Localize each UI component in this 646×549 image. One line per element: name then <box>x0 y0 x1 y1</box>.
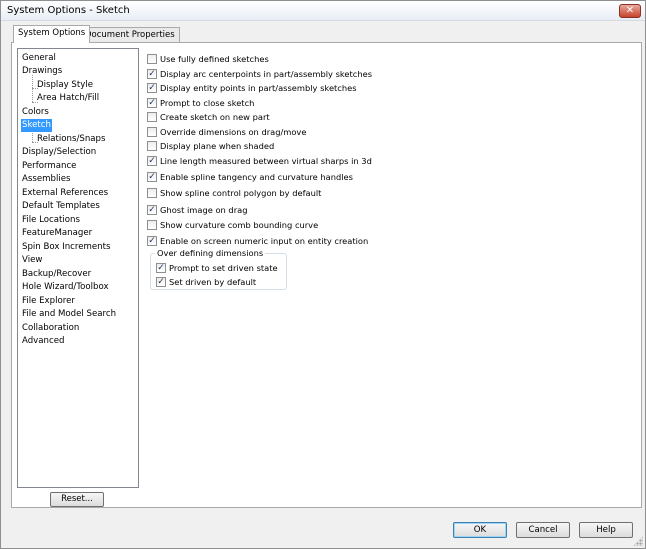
tree-item-assemblies[interactable]: Assemblies <box>21 173 72 186</box>
option-label: Enable spline tangency and curvature han… <box>160 172 353 182</box>
tree-item-drawings[interactable]: Drawings <box>21 65 63 78</box>
checkbox[interactable]: ✓ <box>147 156 157 166</box>
tree-item-general[interactable]: General <box>21 52 57 65</box>
tree-item-spin-box-increments[interactable]: Spin Box Increments <box>21 241 111 254</box>
option-label: Prompt to set driven state <box>169 263 278 273</box>
tree-item-display-selection[interactable]: Display/Selection <box>21 146 97 159</box>
checkbox[interactable] <box>147 188 157 198</box>
tree-item-collaboration[interactable]: Collaboration <box>21 322 80 335</box>
checkbox[interactable]: ✓ <box>147 98 157 108</box>
tree-item-featuremanager[interactable]: FeatureManager <box>21 227 93 240</box>
close-icon: ✕ <box>625 5 635 16</box>
option-label: Show curvature comb bounding curve <box>160 220 319 230</box>
tree-item-area-hatch-fill[interactable]: Area Hatch/Fill <box>36 92 100 105</box>
options-tree[interactable]: General Drawings Display Style Area Hatc… <box>17 48 139 488</box>
help-button[interactable]: Help <box>579 522 633 538</box>
checkbox[interactable]: ✓ <box>147 236 157 246</box>
option-label: Show spline control polygon by default <box>160 188 322 198</box>
ok-button[interactable]: OK <box>453 522 507 538</box>
checkbox[interactable]: ✓ <box>147 69 157 79</box>
tab-system-options[interactable]: System Options <box>13 25 91 43</box>
checkbox[interactable]: ✓ <box>147 172 157 182</box>
tree-item-file-and-model-search[interactable]: File and Model Search <box>21 308 117 321</box>
option-label: Override dimensions on drag/move <box>160 127 307 137</box>
checkbox[interactable] <box>147 141 157 151</box>
checkbox[interactable]: ✓ <box>156 277 166 287</box>
option-label: Set driven by default <box>169 277 257 287</box>
tree-item-display-style[interactable]: Display Style <box>36 79 94 92</box>
tab-label: Document Properties <box>85 30 175 40</box>
checkbox[interactable]: ✓ <box>147 83 157 93</box>
tree-item-sketch[interactable]: Sketch <box>21 119 52 132</box>
option-label: Create sketch on new part <box>160 112 270 122</box>
option-label: Use fully defined sketches <box>160 54 269 64</box>
tree-item-default-templates[interactable]: Default Templates <box>21 200 101 213</box>
option-label: Prompt to close sketch <box>160 98 255 108</box>
window-title: System Options - Sketch <box>7 5 130 16</box>
checkbox[interactable] <box>147 112 157 122</box>
checkbox[interactable] <box>147 127 157 137</box>
tree-item-relations-snaps[interactable]: Relations/Snaps <box>36 133 106 146</box>
tree-item-performance[interactable]: Performance <box>21 160 77 173</box>
tree-item-file-locations[interactable]: File Locations <box>21 214 81 227</box>
tab-document-properties[interactable]: Document Properties <box>80 27 180 43</box>
checkbox[interactable] <box>147 54 157 64</box>
tree-item-backup-recover[interactable]: Backup/Recover <box>21 268 92 281</box>
system-options-dialog: System Options - Sketch ✕ System Options… <box>0 0 646 549</box>
option-label: Display plane when shaded <box>160 141 275 151</box>
tree-item-hole-wizard-toolbox[interactable]: Hole Wizard/Toolbox <box>21 281 110 294</box>
checkbox[interactable]: ✓ <box>156 263 166 273</box>
option-label: Enable on screen numeric input on entity… <box>160 236 369 246</box>
tree-item-view[interactable]: View <box>21 254 43 267</box>
option-label: Line length measured between virtual sha… <box>160 156 372 166</box>
tree-item-file-explorer[interactable]: File Explorer <box>21 295 76 308</box>
option-label: Ghost image on drag <box>160 205 248 215</box>
tab-label: System Options <box>18 28 86 38</box>
checkbox[interactable]: ✓ <box>147 205 157 215</box>
checkbox[interactable] <box>147 220 157 230</box>
tree-item-colors[interactable]: Colors <box>21 106 50 119</box>
option-label: Display entity points in part/assembly s… <box>160 83 357 93</box>
options-panel: General Drawings Display Style Area Hatc… <box>11 42 642 508</box>
resize-grip-icon[interactable] <box>633 536 643 546</box>
reset-button[interactable]: Reset... <box>50 492 104 507</box>
option-label: Display arc centerpoints in part/assembl… <box>160 69 373 79</box>
group-legend: Over defining dimensions <box>155 248 266 258</box>
tree-item-external-references[interactable]: External References <box>21 187 109 200</box>
tree-item-advanced[interactable]: Advanced <box>21 335 65 348</box>
close-button[interactable]: ✕ <box>619 4 641 18</box>
cancel-button[interactable]: Cancel <box>516 522 570 538</box>
title-bar[interactable]: System Options - Sketch ✕ <box>1 1 645 21</box>
